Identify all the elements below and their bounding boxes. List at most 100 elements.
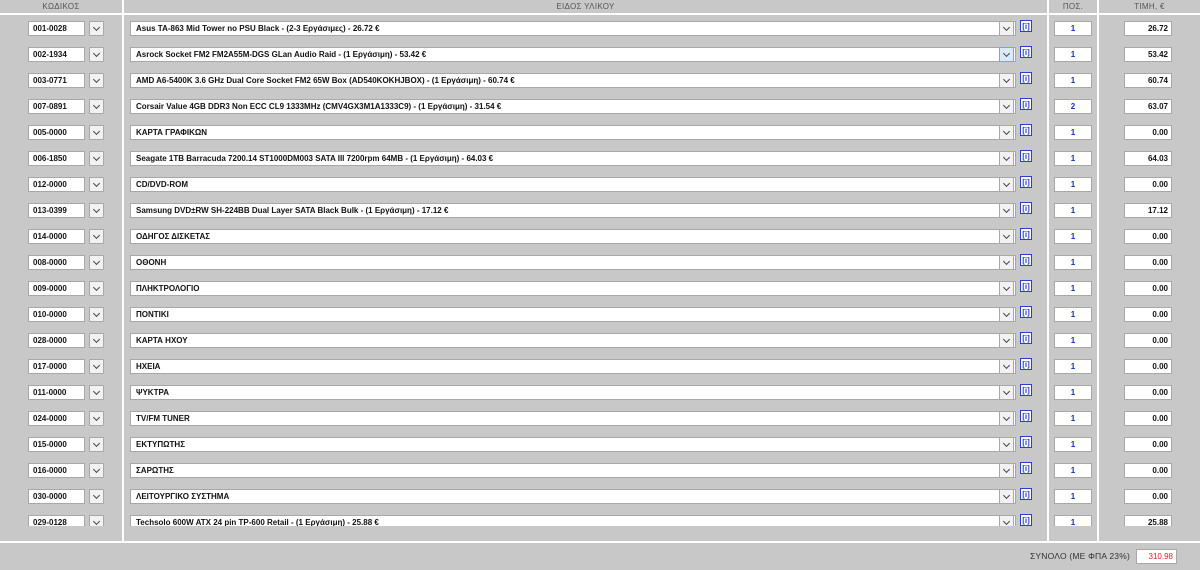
chevron-down-icon[interactable]: [999, 73, 1014, 88]
code-value[interactable]: 014-0000: [28, 229, 85, 244]
code-select[interactable]: 006-1850: [28, 151, 118, 166]
code-select[interactable]: 011-0000: [28, 385, 118, 400]
item-select[interactable]: ΛΕΙΤΟΥΡΓΙΚΟ ΣΥΣΤΗΜΑ: [130, 489, 1016, 504]
chevron-down-icon[interactable]: [999, 359, 1014, 374]
chevron-down-icon[interactable]: [999, 203, 1014, 218]
qty-input[interactable]: 1: [1054, 385, 1092, 400]
item-select[interactable]: ΚΑΡΤΑ ΓΡΑΦΙΚΩΝ: [130, 125, 1016, 140]
chevron-down-icon[interactable]: [89, 125, 104, 140]
code-select[interactable]: 014-0000: [28, 229, 118, 244]
qty-input[interactable]: 1: [1054, 359, 1092, 374]
code-select[interactable]: 017-0000: [28, 359, 118, 374]
code-value[interactable]: 002-1934: [28, 47, 85, 62]
code-value[interactable]: 009-0000: [28, 281, 85, 296]
chevron-down-icon[interactable]: [89, 333, 104, 348]
info-icon[interactable]: [i]: [1020, 254, 1032, 266]
qty-input[interactable]: 1: [1054, 411, 1092, 426]
chevron-down-icon[interactable]: [999, 21, 1014, 36]
code-select[interactable]: 012-0000: [28, 177, 118, 192]
item-select[interactable]: ΣΑΡΩΤΗΣ: [130, 463, 1016, 478]
info-icon[interactable]: [i]: [1020, 410, 1032, 422]
chevron-down-icon[interactable]: [89, 359, 104, 374]
qty-input[interactable]: 1: [1054, 489, 1092, 504]
item-select[interactable]: ΕΚΤΥΠΩΤΗΣ: [130, 437, 1016, 452]
qty-input[interactable]: 1: [1054, 151, 1092, 166]
item-select[interactable]: Corsair Value 4GB DDR3 Non ECC CL9 1333M…: [130, 99, 1016, 114]
item-select[interactable]: ΟΔΗΓΟΣ ΔΙΣΚΕΤΑΣ: [130, 229, 1016, 244]
code-value[interactable]: 007-0891: [28, 99, 85, 114]
info-icon[interactable]: [i]: [1020, 332, 1032, 344]
chevron-down-icon[interactable]: [999, 489, 1014, 504]
chevron-down-icon[interactable]: [999, 411, 1014, 426]
info-icon[interactable]: [i]: [1020, 150, 1032, 162]
code-select[interactable]: 010-0000: [28, 307, 118, 322]
chevron-down-icon[interactable]: [89, 307, 104, 322]
chevron-down-icon[interactable]: [89, 177, 104, 192]
item-select[interactable]: ΟΘΟΝΗ: [130, 255, 1016, 270]
info-icon[interactable]: [i]: [1020, 306, 1032, 318]
chevron-down-icon[interactable]: [999, 281, 1014, 296]
item-select[interactable]: TV/FM TUNER: [130, 411, 1016, 426]
code-select[interactable]: 016-0000: [28, 463, 118, 478]
info-icon[interactable]: [i]: [1020, 488, 1032, 500]
qty-input[interactable]: 1: [1054, 255, 1092, 270]
item-select[interactable]: Samsung DVD±RW SH-224BB Dual Layer SATA …: [130, 203, 1016, 218]
chevron-down-icon[interactable]: [999, 463, 1014, 478]
chevron-down-icon[interactable]: [89, 47, 104, 62]
item-select[interactable]: AMD A6-5400K 3.6 GHz Dual Core Socket FM…: [130, 73, 1016, 88]
qty-input[interactable]: 1: [1054, 21, 1092, 36]
info-icon[interactable]: [i]: [1020, 98, 1032, 110]
qty-input[interactable]: 1: [1054, 281, 1092, 296]
code-select[interactable]: 030-0000: [28, 489, 118, 504]
qty-input[interactable]: 1: [1054, 177, 1092, 192]
code-value[interactable]: 005-0000: [28, 125, 85, 140]
chevron-down-icon[interactable]: [89, 385, 104, 400]
qty-input[interactable]: 1: [1054, 463, 1092, 478]
code-select[interactable]: 024-0000: [28, 411, 118, 426]
info-icon[interactable]: [i]: [1020, 228, 1032, 240]
code-value[interactable]: 012-0000: [28, 177, 85, 192]
code-value[interactable]: 011-0000: [28, 385, 85, 400]
qty-input[interactable]: 1: [1054, 203, 1092, 218]
code-value[interactable]: 030-0000: [28, 489, 85, 504]
info-icon[interactable]: [i]: [1020, 72, 1032, 84]
chevron-down-icon[interactable]: [999, 437, 1014, 452]
chevron-down-icon[interactable]: [999, 255, 1014, 270]
chevron-down-icon[interactable]: [999, 385, 1014, 400]
item-select[interactable]: ΚΑΡΤΑ ΗΧΟΥ: [130, 333, 1016, 348]
code-select[interactable]: 005-0000: [28, 125, 118, 140]
item-select[interactable]: ΠΟΝΤΙΚΙ: [130, 307, 1016, 322]
code-value[interactable]: 013-0399: [28, 203, 85, 218]
chevron-down-icon[interactable]: [89, 437, 104, 452]
chevron-down-icon[interactable]: [89, 229, 104, 244]
chevron-down-icon[interactable]: [89, 203, 104, 218]
info-icon[interactable]: [i]: [1020, 46, 1032, 58]
item-select[interactable]: ΗΧΕΙΑ: [130, 359, 1016, 374]
item-select[interactable]: ΠΛΗΚΤΡΟΛΟΓΙΟ: [130, 281, 1016, 296]
item-select[interactable]: Asrock Socket FM2 FM2A55M-DGS GLan Audio…: [130, 47, 1016, 62]
qty-input[interactable]: 1: [1054, 333, 1092, 348]
code-value[interactable]: 015-0000: [28, 437, 85, 452]
code-value[interactable]: 008-0000: [28, 255, 85, 270]
code-select[interactable]: 028-0000: [28, 333, 118, 348]
info-icon[interactable]: [i]: [1020, 20, 1032, 32]
chevron-down-icon[interactable]: [89, 73, 104, 88]
chevron-down-icon[interactable]: [999, 99, 1014, 114]
qty-input[interactable]: 1: [1054, 125, 1092, 140]
code-select[interactable]: 013-0399: [28, 203, 118, 218]
chevron-down-icon[interactable]: [999, 333, 1014, 348]
qty-input[interactable]: 1: [1054, 47, 1092, 62]
code-value[interactable]: 028-0000: [28, 333, 85, 348]
info-icon[interactable]: [i]: [1020, 436, 1032, 448]
chevron-down-icon[interactable]: [89, 463, 104, 478]
chevron-down-icon[interactable]: [999, 307, 1014, 322]
info-icon[interactable]: [i]: [1020, 384, 1032, 396]
code-value[interactable]: 003-0771: [28, 73, 85, 88]
qty-input[interactable]: 2: [1054, 99, 1092, 114]
chevron-down-icon[interactable]: [89, 281, 104, 296]
code-select[interactable]: 001-0028: [28, 21, 118, 36]
code-value[interactable]: 016-0000: [28, 463, 85, 478]
code-value[interactable]: 001-0028: [28, 21, 85, 36]
item-select[interactable]: Asus TA-863 Mid Tower no PSU Black - (2-…: [130, 21, 1016, 36]
chevron-down-icon[interactable]: [89, 99, 104, 114]
